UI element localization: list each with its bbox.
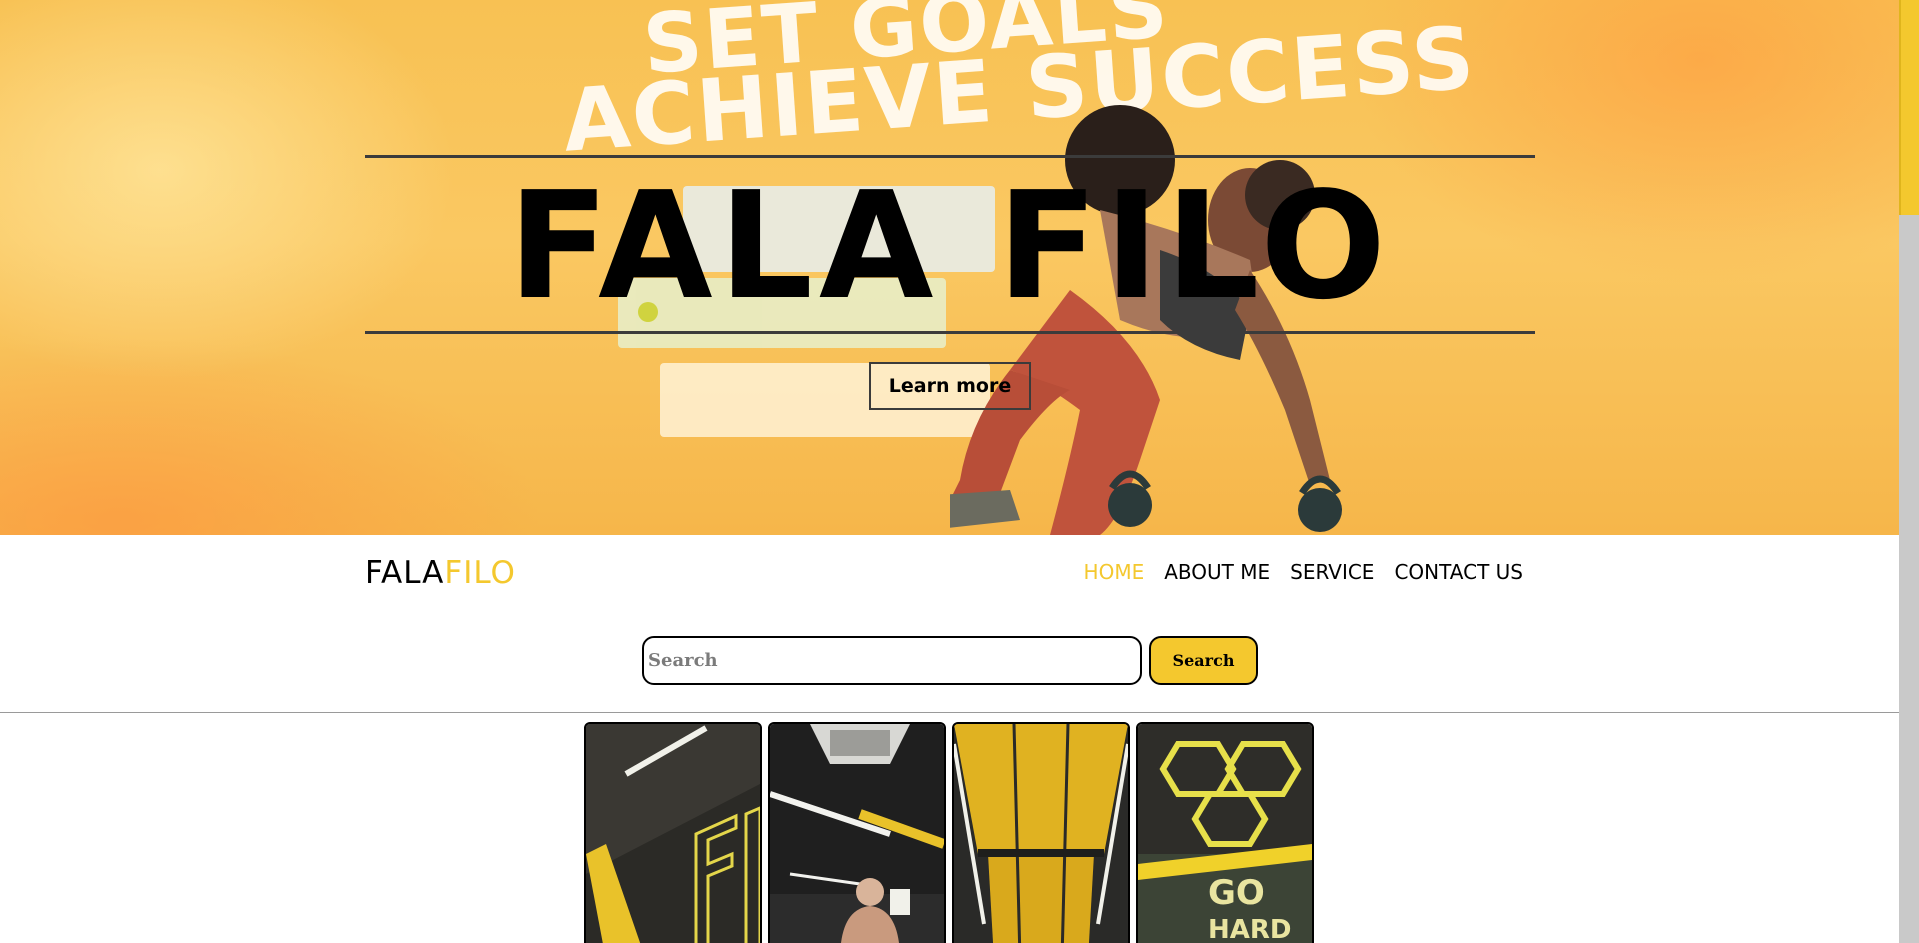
- search-button[interactable]: Search: [1149, 636, 1258, 685]
- navbar: FALAFILO HOME ABOUT ME SERVICE CONTACT U…: [0, 535, 1899, 610]
- hero-divider-bottom: [365, 331, 1535, 334]
- nav-contact-us-link[interactable]: CONTACT US: [1394, 560, 1523, 584]
- learn-more-button[interactable]: Learn more: [869, 362, 1031, 410]
- gallery-card-2[interactable]: [768, 722, 946, 943]
- brand-logo-part2: FILO: [444, 555, 516, 591]
- page: SET GOALS ACHIEVE SUCCESS FALA FILO Lear…: [0, 0, 1919, 943]
- search-bar: Search: [642, 636, 1258, 685]
- sign-text-go: GO: [1208, 873, 1265, 913]
- nav-home-link[interactable]: HOME: [1084, 560, 1145, 584]
- vertical-scrollbar[interactable]: [1899, 0, 1919, 943]
- search-input[interactable]: [642, 636, 1142, 685]
- gym-ceiling-image: GO HARD: [1138, 724, 1312, 943]
- gym-wall-image: [586, 724, 760, 943]
- nav-about-me-link[interactable]: ABOUT ME: [1164, 560, 1270, 584]
- scrollbar-thumb[interactable]: [1899, 0, 1919, 215]
- hero-banner: SET GOALS ACHIEVE SUCCESS FALA FILO Lear…: [0, 0, 1899, 535]
- brand-logo[interactable]: FALAFILO: [365, 555, 516, 591]
- gym-interior-image: [770, 724, 944, 943]
- section-divider: [0, 712, 1899, 713]
- sign-text-hard: HARD: [1208, 915, 1291, 943]
- hero-divider-top: [365, 155, 1535, 158]
- gallery: GO HARD: [584, 722, 1314, 943]
- hero-title: FALA FILO: [507, 160, 1393, 332]
- nav-links: HOME ABOUT ME SERVICE CONTACT US: [1084, 560, 1523, 584]
- nav-service-link[interactable]: SERVICE: [1290, 560, 1374, 584]
- gym-corridor-image: [954, 724, 1128, 943]
- gallery-card-1[interactable]: [584, 722, 762, 943]
- gallery-card-4[interactable]: GO HARD: [1136, 722, 1314, 943]
- brand-logo-part1: FALA: [365, 555, 445, 591]
- gallery-card-3[interactable]: [952, 722, 1130, 943]
